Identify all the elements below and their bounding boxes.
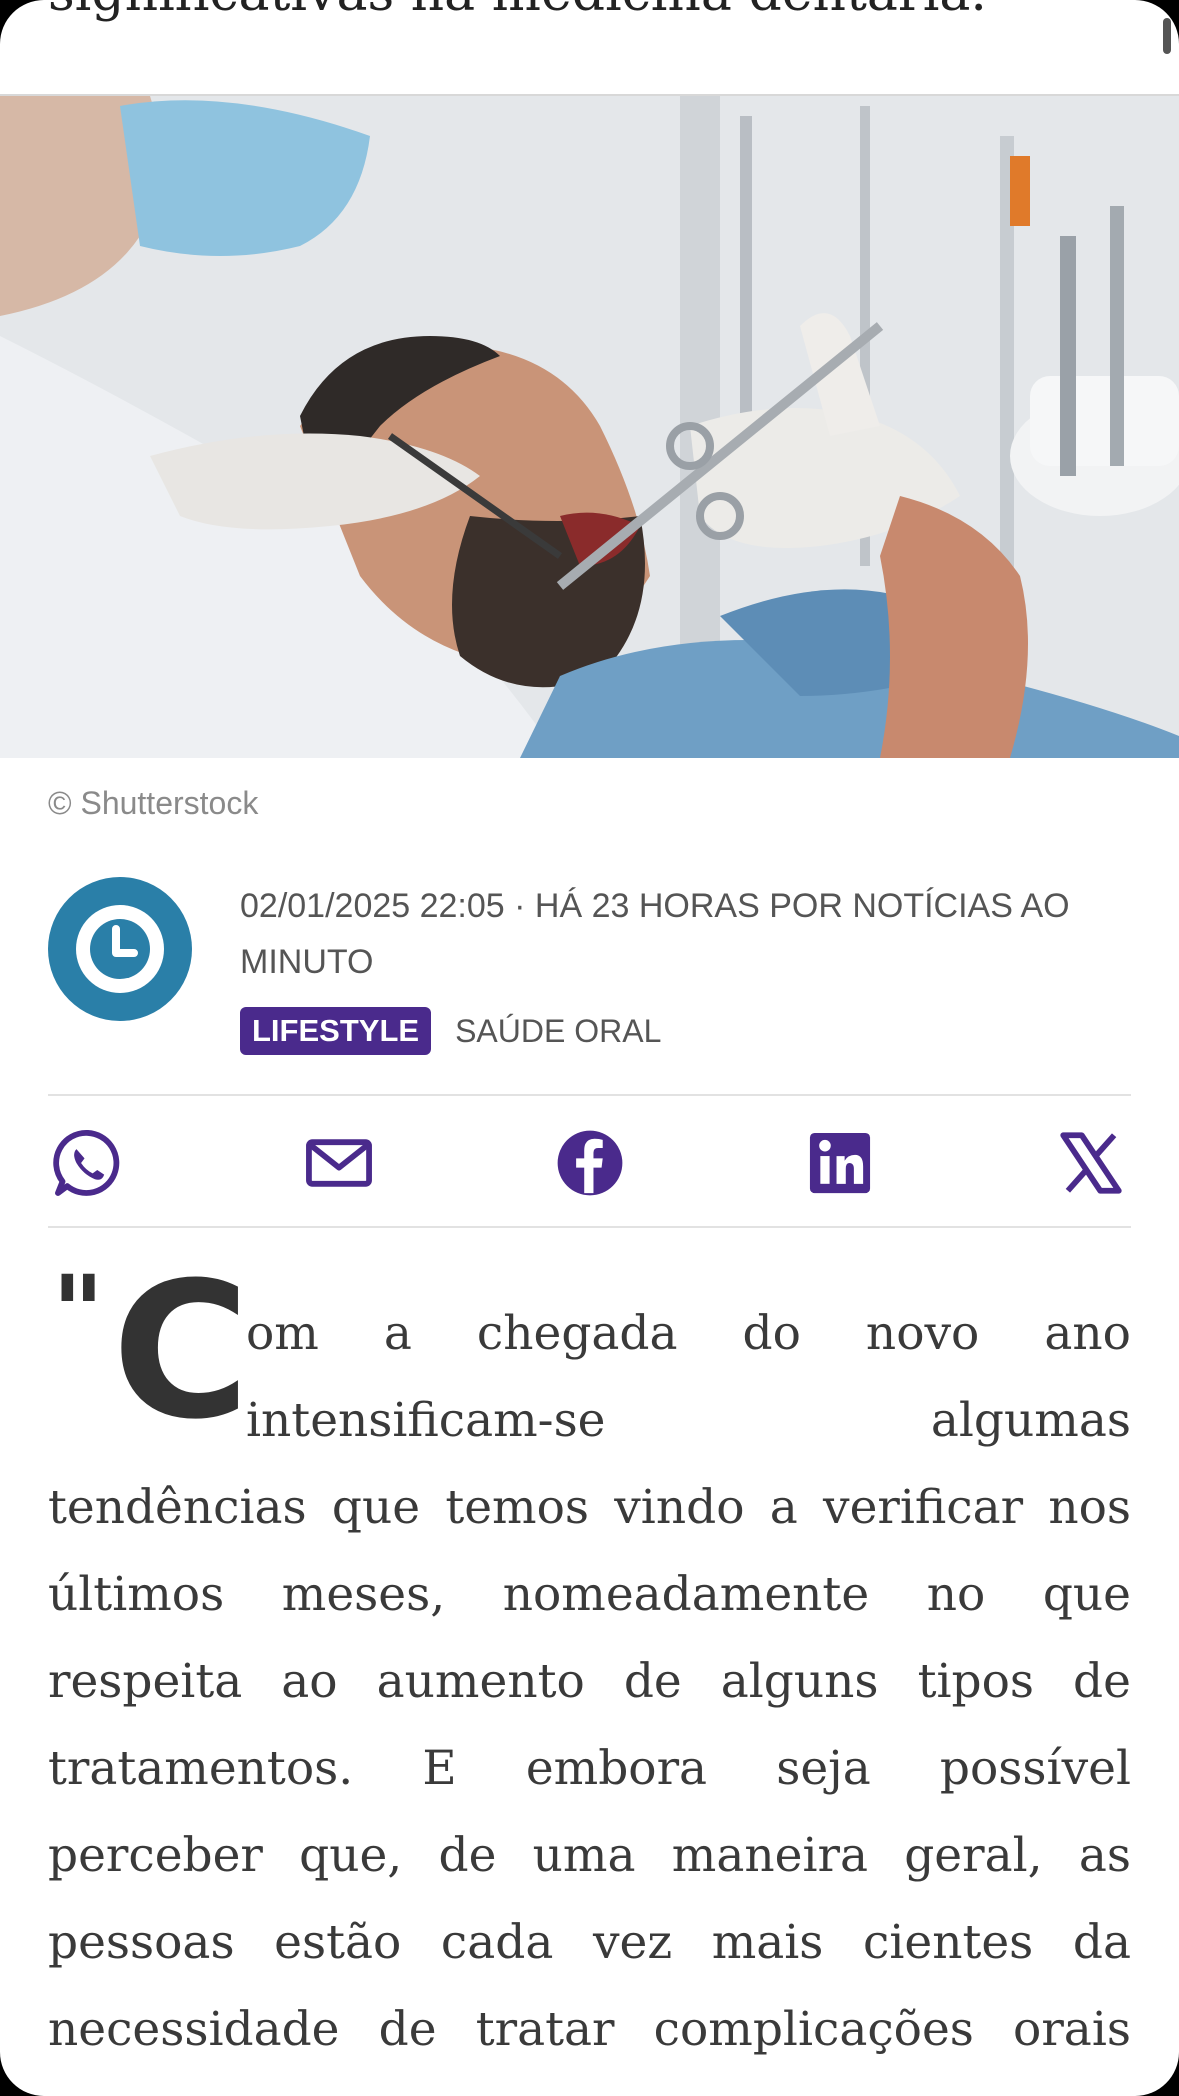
article-title-fragment: significativas na medicina dentária.	[48, 0, 1128, 26]
facebook-icon	[557, 1130, 622, 1196]
article-line: perceber que, de uma maneira geral, as	[48, 1828, 1131, 1883]
share-x-button[interactable]	[1051, 1123, 1131, 1203]
share-email-button[interactable]	[299, 1123, 379, 1203]
tag-saude-oral[interactable]: SAÚDE ORAL	[455, 1013, 661, 1050]
article-line: tratamentos. Eembora seja possível	[48, 1741, 1131, 1796]
article-line: pessoas estão cada vez mais cientes da	[48, 1915, 1131, 1970]
author-avatar[interactable]	[48, 877, 192, 1021]
divider	[48, 1094, 1131, 1096]
article-line: respeita ao aumento de alguns tipos de	[48, 1654, 1131, 1709]
linkedin-icon	[810, 1132, 871, 1194]
scrollbar[interactable]	[1163, 18, 1171, 54]
screen: significativas na medicina dentária.	[0, 0, 1179, 2096]
divider	[48, 1226, 1131, 1228]
share-whatsapp-button[interactable]	[48, 1123, 128, 1203]
hero-illustration	[0, 96, 1179, 758]
article-meta: 02/01/2025 22:05 · HÁ 23 HORAS POR NOTÍC…	[240, 887, 1070, 981]
article-line: últimos meses, nomeadamente no que	[48, 1567, 1131, 1622]
article-line: tendências que temos vindo a verificar nos	[48, 1480, 1131, 1535]
clock-icon	[76, 905, 164, 993]
article-body: om a chegada do novo ano intensificam-se algum…	[48, 1290, 1131, 2073]
share-bar	[48, 1123, 1131, 1203]
article-line: intensificam-se algumas	[246, 1393, 1131, 1448]
article-line: necessidade de tratar complicações orais	[48, 2002, 1131, 2057]
tag-lifestyle[interactable]: LIFESTYLE	[240, 1007, 432, 1055]
image-credit: © Shutterstock	[48, 785, 259, 821]
article-line: om a chegada do novo ano	[246, 1306, 1131, 1361]
share-linkedin-button[interactable]	[800, 1123, 880, 1203]
hero-image[interactable]	[0, 96, 1179, 758]
email-icon	[305, 1139, 372, 1187]
x-icon	[1060, 1132, 1122, 1194]
share-facebook-button[interactable]	[550, 1123, 630, 1203]
whatsapp-icon	[53, 1130, 120, 1196]
tags-row: LIFESTYLE SAÚDE ORAL	[240, 1004, 661, 1058]
